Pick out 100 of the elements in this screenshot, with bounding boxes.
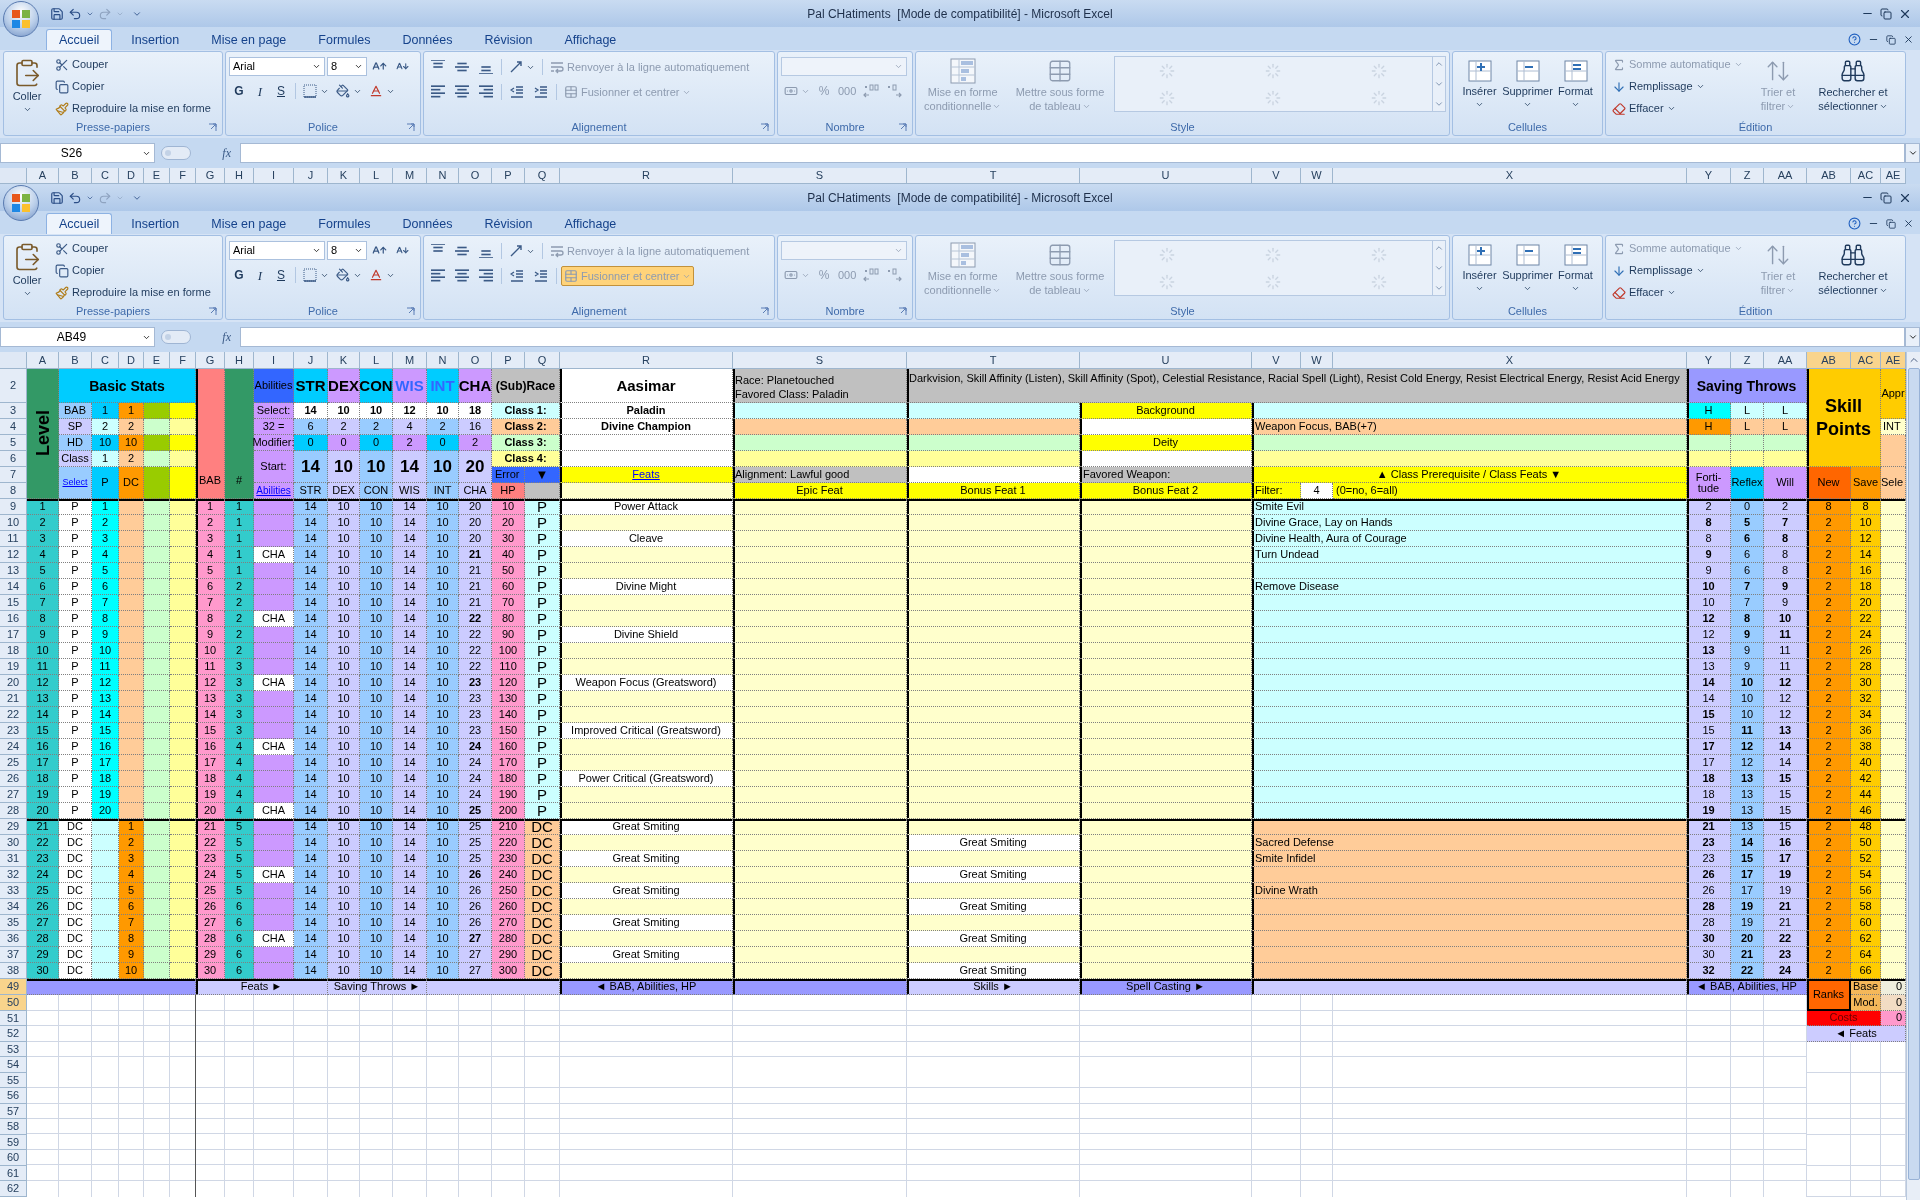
delete-button[interactable]: Supprimer (1504, 55, 1551, 121)
format-painter-button[interactable]: Reproduire la mise en forme (52, 283, 214, 302)
close-icon[interactable] (1903, 218, 1914, 229)
row-number[interactable]: 21 (0, 691, 27, 707)
column-header[interactable]: K (328, 168, 360, 184)
ribbon-tab[interactable]: Mise en page (198, 213, 300, 234)
column-header[interactable]: Z (1731, 352, 1764, 369)
find-select-button[interactable]: Rechercher et sélectionner (1807, 55, 1899, 121)
row-number[interactable]: 20 (0, 675, 27, 691)
column-header[interactable]: M (393, 168, 427, 184)
navigation-link[interactable]: Feats ► (196, 979, 328, 995)
font-size-field[interactable]: 8 (327, 57, 367, 76)
formula-input[interactable] (240, 143, 1905, 163)
insert-function-button[interactable]: fx (219, 328, 234, 346)
scroll-up-icon[interactable] (1434, 243, 1444, 253)
row-number[interactable]: 54 (0, 1057, 27, 1073)
ribbon-tab[interactable]: Insertion (118, 213, 193, 234)
row-number[interactable]: 49 (0, 979, 27, 995)
column-header[interactable]: AA (1764, 168, 1807, 184)
column-header[interactable]: D (119, 168, 144, 184)
column-header[interactable]: A (27, 352, 59, 369)
row-number[interactable]: 19 (0, 659, 27, 675)
column-header[interactable]: J (294, 168, 328, 184)
fill-button[interactable]: Remplissage (1609, 77, 1749, 96)
underline-button[interactable]: S (271, 265, 291, 285)
paste-button[interactable]: Coller (7, 239, 47, 305)
column-header[interactable]: Q (525, 352, 560, 369)
row-number[interactable]: 4 (0, 419, 27, 435)
name-box[interactable]: AB49 (0, 327, 155, 347)
save-icon[interactable] (50, 6, 64, 21)
dialog-launcher-icon[interactable] (406, 123, 415, 132)
scroll-down-icon[interactable] (1434, 263, 1444, 273)
navigation-link[interactable]: ◄ BAB, Abilities, HP (1687, 979, 1807, 995)
navigation-link[interactable]: Saving Throws ► (328, 979, 427, 995)
navigation-link[interactable]: ◄ Feats (1807, 1026, 1906, 1042)
column-header[interactable]: E (144, 168, 170, 184)
underline-button[interactable]: S (271, 81, 291, 101)
row-number[interactable]: 12 (0, 547, 27, 563)
row-number[interactable]: 15 (0, 595, 27, 611)
column-header[interactable]: AB (1807, 352, 1851, 369)
find-select-button[interactable]: Rechercher et sélectionner (1807, 239, 1899, 305)
bold-button[interactable]: G (229, 81, 249, 101)
copy-button[interactable]: Copier (52, 77, 214, 96)
row-number[interactable]: 11 (0, 531, 27, 547)
row-number[interactable]: 18 (0, 643, 27, 659)
column-header[interactable]: Z (1731, 168, 1764, 184)
column-header[interactable]: M (393, 352, 427, 369)
column-header[interactable]: AC (1851, 352, 1881, 369)
column-header[interactable]: AA (1764, 352, 1807, 369)
row-number[interactable]: 24 (0, 739, 27, 755)
row-number[interactable]: 14 (0, 579, 27, 595)
row-number[interactable]: 62 (0, 1181, 27, 1197)
navigation-link[interactable]: Skills ► (907, 979, 1080, 995)
font-name-field[interactable]: Arial (229, 241, 325, 260)
insert-button[interactable]: Insérer (1456, 239, 1503, 305)
column-header[interactable]: V (1252, 352, 1301, 369)
row-number[interactable]: 29 (0, 819, 27, 835)
column-header[interactable]: P (492, 168, 525, 184)
row-number[interactable]: 6 (0, 451, 27, 467)
column-header[interactable]: F (170, 352, 196, 369)
column-header[interactable]: A (27, 168, 59, 184)
ribbon-tab[interactable]: Données (389, 29, 466, 50)
ribbon-tab[interactable]: Affichage (551, 213, 630, 234)
row-number[interactable]: 50 (0, 995, 27, 1011)
clear-button[interactable]: Effacer (1609, 99, 1749, 118)
row-number[interactable]: 52 (0, 1026, 27, 1042)
scroll-up-icon[interactable] (1434, 59, 1444, 69)
row-number[interactable]: 58 (0, 1119, 27, 1135)
column-header[interactable]: T (907, 352, 1080, 369)
row-number[interactable]: 37 (0, 947, 27, 963)
column-header[interactable]: J (294, 352, 328, 369)
column-header[interactable]: G (196, 352, 225, 369)
restore-icon[interactable] (1880, 191, 1892, 204)
row-number[interactable]: 38 (0, 963, 27, 979)
column-header[interactable]: E (144, 352, 170, 369)
undo-icon[interactable] (68, 6, 82, 21)
column-header[interactable]: F (170, 168, 196, 184)
column-header[interactable]: P (492, 352, 525, 369)
column-header[interactable]: Y (1687, 352, 1731, 369)
row-number[interactable]: 17 (0, 627, 27, 643)
row-number[interactable]: 7 (0, 467, 27, 483)
format-painter-button[interactable]: Reproduire la mise en forme (52, 99, 214, 118)
column-header[interactable]: U (1080, 352, 1252, 369)
ribbon-tab[interactable]: Révision (471, 29, 546, 50)
app-menu-button[interactable] (3, 1, 39, 37)
copy-button[interactable]: Copier (52, 261, 214, 280)
column-header[interactable]: O (459, 168, 492, 184)
row-number[interactable]: 32 (0, 867, 27, 883)
row-number[interactable]: 31 (0, 851, 27, 867)
row-number[interactable]: 8 (0, 483, 27, 499)
dialog-launcher-icon[interactable] (406, 307, 415, 316)
chevron-down-icon[interactable] (1434, 283, 1444, 293)
name-box[interactable]: S26 (0, 143, 155, 163)
column-header[interactable]: R (560, 352, 733, 369)
dialog-launcher-icon[interactable] (898, 307, 907, 316)
column-header[interactable]: L (360, 168, 393, 184)
column-header[interactable]: W (1301, 352, 1333, 369)
formula-input[interactable] (240, 327, 1905, 347)
column-header[interactable]: H (225, 168, 254, 184)
row-number[interactable]: 9 (0, 499, 27, 515)
